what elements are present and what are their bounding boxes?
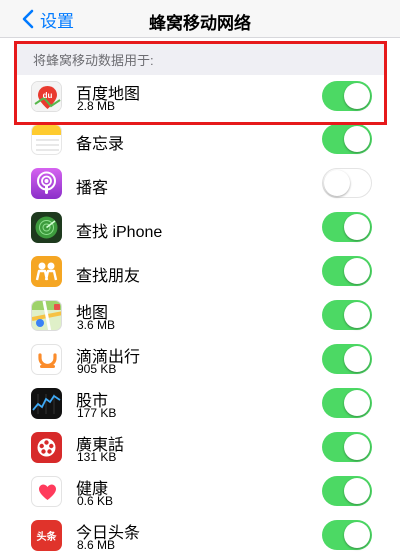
cellular-toggle[interactable] — [322, 168, 372, 198]
app-name: 播客 — [76, 180, 109, 197]
app-size: 131 KB — [77, 450, 117, 464]
app-row-find-friends: 查找朋友 — [0, 250, 400, 294]
app-row-toutiao: 头条 今日头条 8.6 MB — [0, 514, 400, 558]
app-row-maps: 地图 3.6 MB — [0, 294, 400, 338]
app-size: 8.6 MB — [77, 538, 116, 552]
cellular-toggle[interactable] — [322, 212, 372, 242]
app-name: 查找 iPhone — [76, 224, 163, 241]
stocks-icon — [31, 388, 62, 419]
toggle-knob — [344, 346, 370, 372]
cellular-toggle[interactable] — [322, 124, 372, 154]
app-size: 2.8 MB — [77, 99, 116, 113]
app-row-podcasts: 播客 — [0, 162, 400, 206]
cellular-toggle[interactable] — [322, 344, 372, 374]
cellular-toggle[interactable] — [322, 520, 372, 550]
cellular-toggle[interactable] — [322, 256, 372, 286]
health-icon — [31, 476, 62, 507]
cantonese-icon — [31, 432, 62, 463]
didi-icon — [31, 344, 62, 375]
nav-bar: 设置 蜂窝移动网络 — [0, 0, 400, 38]
app-size: 905 KB — [77, 362, 117, 376]
app-row-cantonese: 廣東話 131 KB — [0, 426, 400, 470]
toggle-knob — [344, 214, 370, 240]
find-iphone-icon — [31, 212, 62, 243]
maps-icon — [31, 300, 62, 331]
podcasts-icon — [31, 168, 62, 199]
notes-icon — [31, 124, 62, 155]
toggle-knob — [344, 390, 370, 416]
find-friends-icon — [31, 256, 62, 287]
toggle-knob — [344, 83, 370, 109]
app-row-baidu-maps: du 百度地图 2.8 MB — [0, 75, 400, 119]
app-row-health: 健康 0.6 KB — [0, 470, 400, 514]
toggle-knob — [344, 434, 370, 460]
toggle-knob — [344, 302, 370, 328]
page-title: 蜂窝移动网络 — [149, 14, 251, 33]
app-row-notes: 备忘录 — [0, 118, 400, 162]
app-size: 3.6 MB — [77, 318, 116, 332]
app-size: 0.6 KB — [77, 494, 114, 508]
app-row-find-iphone: 查找 iPhone — [0, 206, 400, 250]
toggle-knob — [344, 522, 370, 548]
app-name: 备忘录 — [76, 136, 125, 153]
toutiao-icon-text: 头条 — [37, 530, 58, 543]
cellular-toggle[interactable] — [322, 476, 372, 506]
app-row-didi: 滴滴出行 905 KB — [0, 338, 400, 382]
app-name: 查找朋友 — [76, 268, 141, 285]
baidu-maps-icon: du — [31, 81, 62, 112]
toggle-knob — [344, 478, 370, 504]
cellular-toggle[interactable] — [322, 432, 372, 462]
cellular-toggle[interactable] — [322, 81, 372, 111]
app-row-stocks: 股市 177 KB — [0, 382, 400, 426]
cellular-toggle[interactable] — [322, 300, 372, 330]
toutiao-icon: 头条 — [31, 520, 62, 551]
cellular-toggle[interactable] — [322, 388, 372, 418]
baidu-icon-text: du — [43, 91, 53, 100]
toggle-knob — [344, 126, 370, 152]
section-header: 将蜂窝移动数据用于: — [14, 41, 387, 75]
toggle-knob — [324, 170, 350, 196]
toggle-knob — [344, 258, 370, 284]
app-size: 177 KB — [77, 406, 117, 420]
